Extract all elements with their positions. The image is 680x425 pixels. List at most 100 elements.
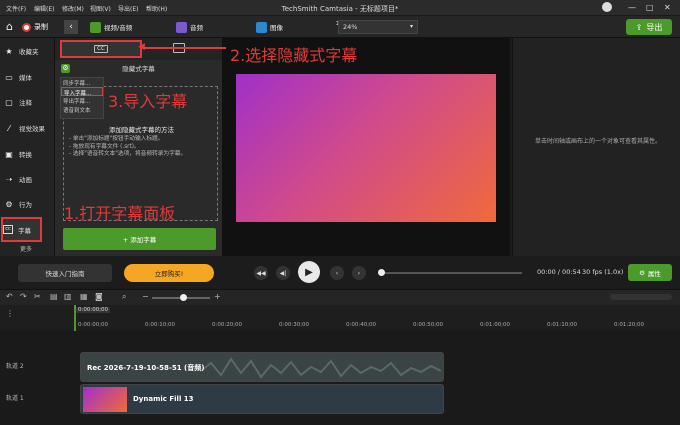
- ruler-tick: 0:01:10;00: [547, 322, 578, 328]
- track-label-2[interactable]: 轨道 2: [6, 361, 82, 370]
- annotation-icon: ▢: [5, 97, 13, 107]
- time-readout: 00:00 / 00:54: [537, 268, 581, 276]
- zoom-in-icon[interactable]: +: [214, 292, 221, 301]
- track-options-icon[interactable]: ⋮: [6, 309, 14, 318]
- menu-bar: 文件(F) 编辑(E) 修改(M) 视图(V) 导出(E) 帮助(H) Tech…: [0, 0, 680, 16]
- menu-item-speech-to-text[interactable]: 语音到文本: [61, 105, 103, 114]
- timeline-scrollbar[interactable]: [610, 294, 672, 300]
- sidebar-item-label: 视觉效果: [19, 125, 45, 133]
- maximize-button[interactable]: □: [646, 3, 654, 12]
- menu-item-export-captions[interactable]: 导出字幕...: [61, 96, 103, 105]
- audio-clip-label: Rec 2026-7-19-10-58-51 (音频): [87, 364, 205, 372]
- star-icon: ★: [5, 46, 13, 56]
- sidebar-item-label: 行为: [19, 201, 32, 209]
- record-button[interactable]: 录制: [22, 20, 48, 34]
- playhead-time[interactable]: 0:00:00;00: [76, 307, 111, 313]
- menu-item-import-captions[interactable]: 导入字幕...: [61, 87, 103, 97]
- tools-sidebar: ★ 收藏夹 ▭ 媒体 ▢ 注释 ⁄ 视觉效果 ▣ 转换 ➝ 动画 ⚙ 行为 cc 字幕 更多: [0, 38, 55, 256]
- tab-image-label: 图像: [270, 24, 283, 32]
- clip-thumbnail: [83, 387, 127, 412]
- video-audio-icon: [90, 21, 101, 33]
- properties-hint: 单击时间轴或画布上的一个对象可查看其属性。: [534, 138, 661, 145]
- home-icon[interactable]: ⌂: [6, 20, 13, 33]
- tab-video-audio[interactable]: 视频/音频: [90, 20, 132, 34]
- add-caption-button[interactable]: + 添加字幕: [63, 228, 216, 250]
- redo-icon[interactable]: ↷: [20, 292, 27, 301]
- zoom-slider-handle[interactable]: [180, 294, 187, 301]
- sidebar-item-behaviors[interactable]: ⚙ 行为: [4, 193, 52, 215]
- more-link[interactable]: 更多: [20, 244, 32, 253]
- scrub-bar[interactable]: [381, 272, 522, 274]
- user-avatar-icon[interactable]: [602, 2, 612, 12]
- paste-icon[interactable]: ▥: [64, 292, 72, 301]
- zoom-value: 24%: [343, 23, 358, 31]
- zoom-select[interactable]: 24% ▾: [338, 20, 418, 34]
- next-icon[interactable]: ›: [352, 266, 366, 280]
- ruler-tick: 0:01:20;00: [614, 322, 645, 328]
- close-button[interactable]: ✕: [664, 3, 671, 12]
- ruler-tick: 0:00:20;00: [212, 322, 243, 328]
- howto-title: 添加隐藏式字幕的方法: [109, 126, 174, 134]
- window-title: TechSmith Camtasia - 无标题项目*: [281, 5, 399, 13]
- properties-panel: 单击时间轴或画布上的一个对象可查看其属性。: [512, 38, 680, 256]
- transition-icon: ▣: [5, 149, 13, 159]
- sidebar-item-transitions[interactable]: ▣ 转换: [4, 143, 52, 165]
- collapse-panel-icon[interactable]: ‹: [64, 20, 78, 34]
- sidebar-item-favorites[interactable]: ★ 收藏夹: [4, 40, 52, 62]
- prev-icon[interactable]: ‹: [330, 266, 344, 280]
- sidebar-item-captions[interactable]: cc 字幕: [1, 217, 42, 242]
- sidebar-item-label: 收藏夹: [19, 48, 39, 56]
- audio-icon: [176, 21, 187, 33]
- copy-icon[interactable]: ▤: [50, 292, 58, 301]
- bullet-item: - 选择"语音转文本"选项，将音频转录为字幕。: [69, 151, 187, 157]
- canvas-area[interactable]: [222, 38, 510, 256]
- export-button[interactable]: ⇪ 导出: [626, 19, 672, 35]
- audio-clip[interactable]: Rec 2026-7-19-10-58-51 (音频): [80, 352, 444, 382]
- closed-captions-tab[interactable]: CC: [60, 40, 142, 58]
- sidebar-item-visual-effects[interactable]: ⁄ 视觉效果: [4, 117, 52, 139]
- buy-now-button[interactable]: 立即购买!: [124, 264, 214, 282]
- sidebar-item-animations[interactable]: ➝ 动画: [4, 168, 52, 190]
- minimize-button[interactable]: —: [628, 3, 636, 12]
- sidebar-item-label: 转换: [19, 151, 32, 159]
- step-back-icon[interactable]: ◀|: [276, 266, 290, 280]
- behavior-icon: ⚙: [5, 199, 13, 209]
- ruler-tick: 0:00:00;00: [78, 322, 109, 328]
- upload-icon: ⇪: [635, 22, 643, 32]
- tab-audio[interactable]: 音频: [176, 20, 203, 34]
- sidebar-item-label: 注释: [19, 99, 32, 107]
- annotation-step2: 2.选择隐藏式字幕: [230, 46, 358, 65]
- properties-button[interactable]: ⚙ 属性: [628, 264, 672, 281]
- ruler-tick: 0:01:00;00: [480, 322, 511, 328]
- annotation-arrowhead-icon: ◀: [138, 42, 145, 52]
- split-icon[interactable]: ▦: [80, 292, 88, 301]
- menu-item-sync-captions[interactable]: 同步字幕...: [61, 78, 103, 87]
- bullet-item: - 单击"添加标题"按钮手动输入标题。: [69, 136, 164, 142]
- properties-label: 属性: [647, 269, 661, 278]
- snapshot-icon[interactable]: ◙: [95, 292, 103, 301]
- canvas-preview[interactable]: [236, 74, 496, 222]
- cc-icon: CC: [94, 45, 108, 53]
- scrub-handle[interactable]: [378, 269, 385, 276]
- tab-video-audio-label: 视频/音频: [104, 24, 133, 32]
- track-label-1[interactable]: 轨道 1: [6, 393, 82, 402]
- rewind-icon[interactable]: ◀◀: [254, 266, 268, 280]
- sidebar-item-label: 动画: [19, 176, 32, 184]
- sidebar-item-annotations[interactable]: ▢ 注释: [4, 91, 52, 113]
- timeline-ruler[interactable]: ⋮ 0:00:00;00 0:00:00;00 0:00:10;00 0:00:…: [0, 305, 680, 425]
- video-clip[interactable]: Dynamic Fill 13: [80, 384, 444, 414]
- sidebar-item-media[interactable]: ▭ 媒体: [4, 66, 52, 88]
- annotation-step1: 1.打开字幕面板: [64, 204, 176, 223]
- play-button[interactable]: ▶: [298, 261, 320, 283]
- arrow-icon: ➝: [5, 174, 13, 184]
- zoom-icon[interactable]: ⌕: [122, 292, 126, 302]
- sidebar-item-label: 媒体: [19, 74, 32, 82]
- captions-icon: cc: [3, 225, 13, 234]
- gear-icon: ⚙: [639, 268, 645, 277]
- howto-bullets: - 单击"添加标题"按钮手动输入标题。 - 拖放现有字幕文件 (.srt)。 -…: [69, 136, 217, 159]
- cut-icon[interactable]: ✂: [34, 292, 41, 301]
- undo-icon[interactable]: ↶: [6, 292, 13, 301]
- zoom-out-icon[interactable]: −: [142, 292, 149, 301]
- tab-image[interactable]: 图像: [256, 20, 283, 34]
- quick-guide-button[interactable]: 快速入门指南: [18, 264, 112, 282]
